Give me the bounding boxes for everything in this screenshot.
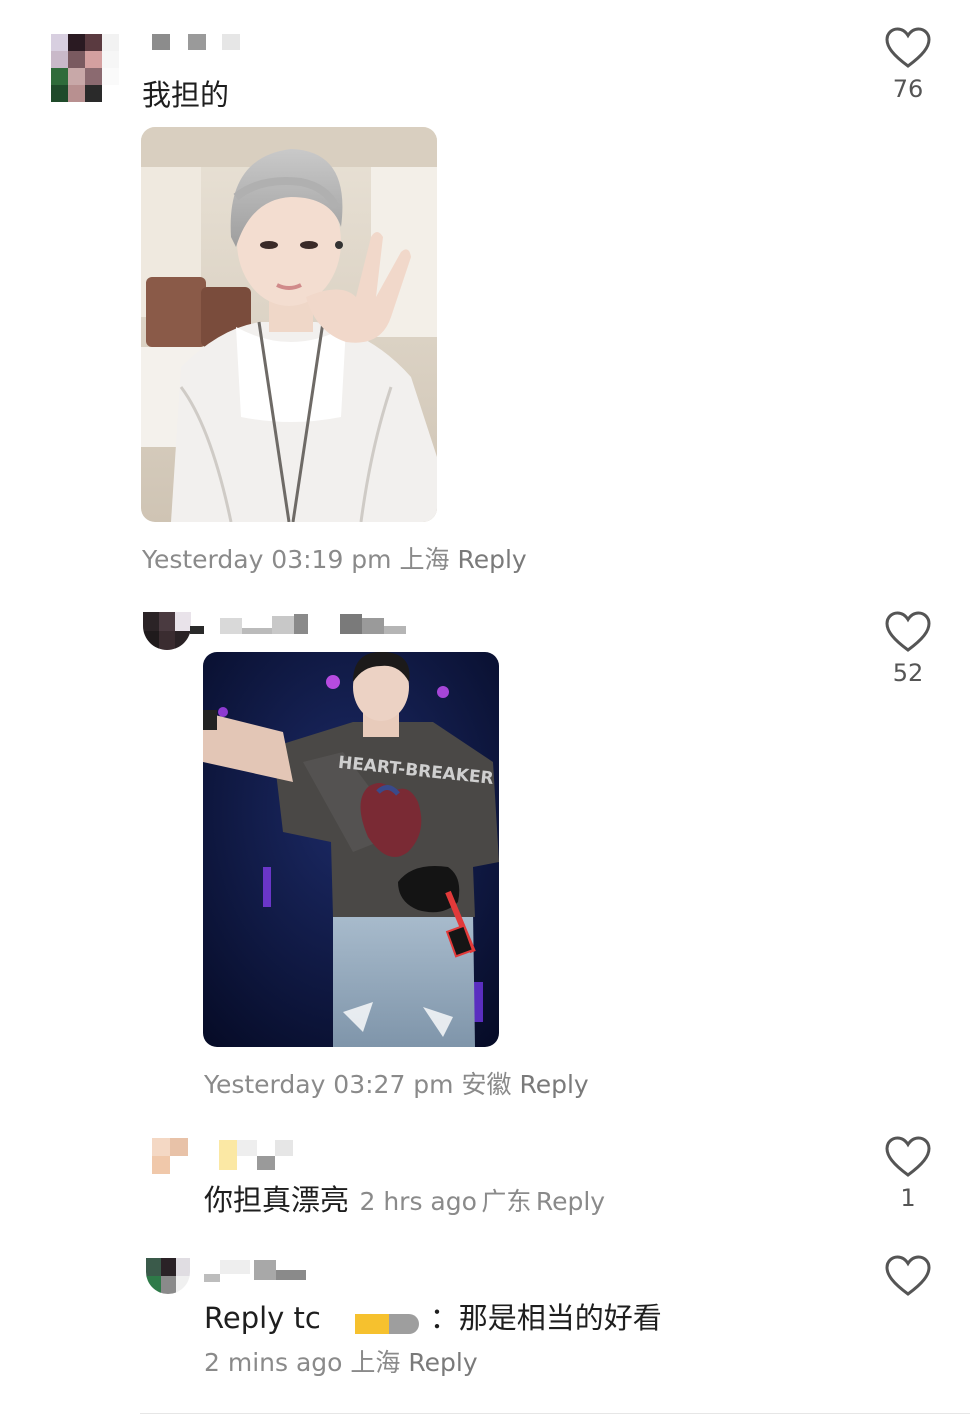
divider <box>140 1413 970 1414</box>
comment-image[interactable]: HEART-BREAKER <box>203 652 499 1047</box>
like-control[interactable]: 1 <box>878 1136 938 1212</box>
comment-meta: 2 mins ago 上海 Reply <box>204 1343 478 1379</box>
timestamp: 2 mins ago <box>204 1348 343 1377</box>
photo-selfie <box>141 127 437 522</box>
mentioned-user-censored[interactable] <box>355 1310 425 1334</box>
heart-icon[interactable] <box>885 611 931 653</box>
reply-prefix: Reply tc <box>204 1301 321 1335</box>
avatar[interactable] <box>51 34 119 102</box>
reply-button[interactable]: Reply <box>536 1187 605 1216</box>
avatar[interactable] <box>146 1258 190 1294</box>
location: 上海 <box>399 545 450 574</box>
comment-line: Reply tc ：那是相当的好看 <box>204 1295 662 1337</box>
location: 安徽 <box>461 1070 512 1099</box>
avatar[interactable] <box>152 1138 188 1174</box>
username-censored[interactable] <box>190 612 410 636</box>
heart-icon[interactable] <box>885 1255 931 1297</box>
comment-text: 我担的 <box>142 78 230 112</box>
reply-button[interactable]: Reply <box>457 545 526 574</box>
reply-button[interactable]: Reply <box>519 1070 588 1099</box>
like-count: 1 <box>900 1184 916 1212</box>
username-censored[interactable] <box>190 1258 310 1282</box>
like-control[interactable] <box>878 1255 938 1297</box>
heart-icon[interactable] <box>885 27 931 69</box>
location: 上海 <box>350 1348 401 1377</box>
reply-button[interactable]: Reply <box>408 1348 477 1377</box>
comment-meta: Yesterday 03:27 pm 安徽 Reply <box>204 1065 589 1101</box>
like-count: 76 <box>892 75 924 103</box>
like-control[interactable]: 76 <box>878 27 938 103</box>
comment-image[interactable] <box>141 127 437 522</box>
username-censored[interactable] <box>205 1138 295 1172</box>
comment-line: 你担真漂亮 2 hrs ago 广东 Reply <box>204 1177 605 1219</box>
avatar[interactable] <box>143 612 191 650</box>
like-count: 52 <box>892 659 924 687</box>
timestamp: 2 hrs ago <box>359 1187 477 1216</box>
timestamp: Yesterday 03:27 pm <box>204 1070 454 1099</box>
comment-text: 你担真漂亮 <box>204 1183 350 1217</box>
photo-stage: HEART-BREAKER <box>203 652 499 1047</box>
location: 广东 <box>481 1187 532 1216</box>
like-control[interactable]: 52 <box>878 611 938 687</box>
timestamp: Yesterday 03:19 pm <box>142 545 392 574</box>
username-censored[interactable] <box>152 34 242 50</box>
comment-meta: Yesterday 03:19 pm 上海 Reply <box>142 540 527 576</box>
heart-icon[interactable] <box>885 1136 931 1178</box>
comment-text: ：那是相当的好看 <box>429 1301 662 1335</box>
